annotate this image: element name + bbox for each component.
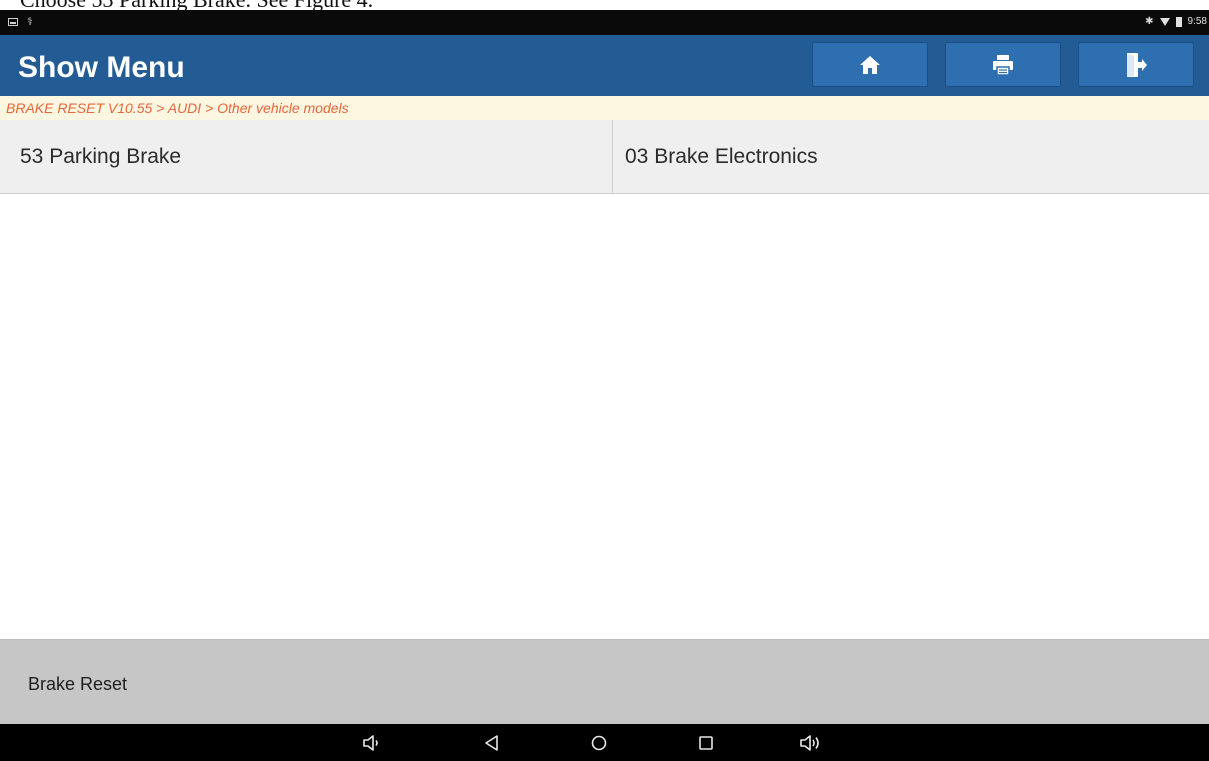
battery-icon: [1175, 17, 1182, 27]
footer-label: Brake Reset: [28, 674, 128, 694]
volume-up-icon: [800, 735, 819, 751]
breadcrumb: BRAKE RESET V10.55 > AUDI > Other vehicl…: [0, 96, 1209, 120]
back-button[interactable]: [480, 732, 504, 754]
exit-button[interactable]: [1078, 42, 1194, 87]
usb-icon: ⚕: [27, 16, 33, 28]
document-caption: Choose 53 Parking Brake. See Figure 4.: [20, 0, 373, 11]
volume-down-button[interactable]: [360, 732, 384, 754]
volume-up-button[interactable]: [798, 732, 822, 754]
footer-bar: Brake Reset: [0, 639, 1209, 724]
status-bar: ⚕ ✱ 9:58: [0, 10, 1209, 35]
page-title: Show Menu: [18, 51, 185, 84]
menu-item-parking-brake[interactable]: 53 Parking Brake: [0, 120, 613, 194]
print-button[interactable]: [945, 42, 1061, 87]
wifi-icon: [1159, 18, 1170, 26]
recent-apps-icon: [699, 736, 713, 750]
menu-row: 53 Parking Brake 03 Brake Electronics: [0, 120, 1209, 194]
back-icon: [485, 735, 498, 751]
home-nav-button[interactable]: [587, 732, 611, 754]
volume-down-icon: [363, 735, 378, 751]
status-time: 9:58: [1187, 16, 1207, 27]
home-button[interactable]: [812, 42, 928, 87]
exit-icon: [1127, 52, 1147, 77]
image-icon: [8, 18, 18, 26]
home-icon: [860, 55, 880, 74]
menu-item-brake-electronics[interactable]: 03 Brake Electronics: [613, 120, 1209, 194]
home-circle-icon: [591, 735, 607, 751]
recent-apps-button[interactable]: [694, 732, 718, 754]
bluetooth-icon: ✱: [1145, 16, 1154, 27]
android-nav-bar: [0, 724, 1209, 761]
title-bar: Show Menu: [0, 35, 1209, 96]
printer-icon: [993, 54, 1013, 76]
